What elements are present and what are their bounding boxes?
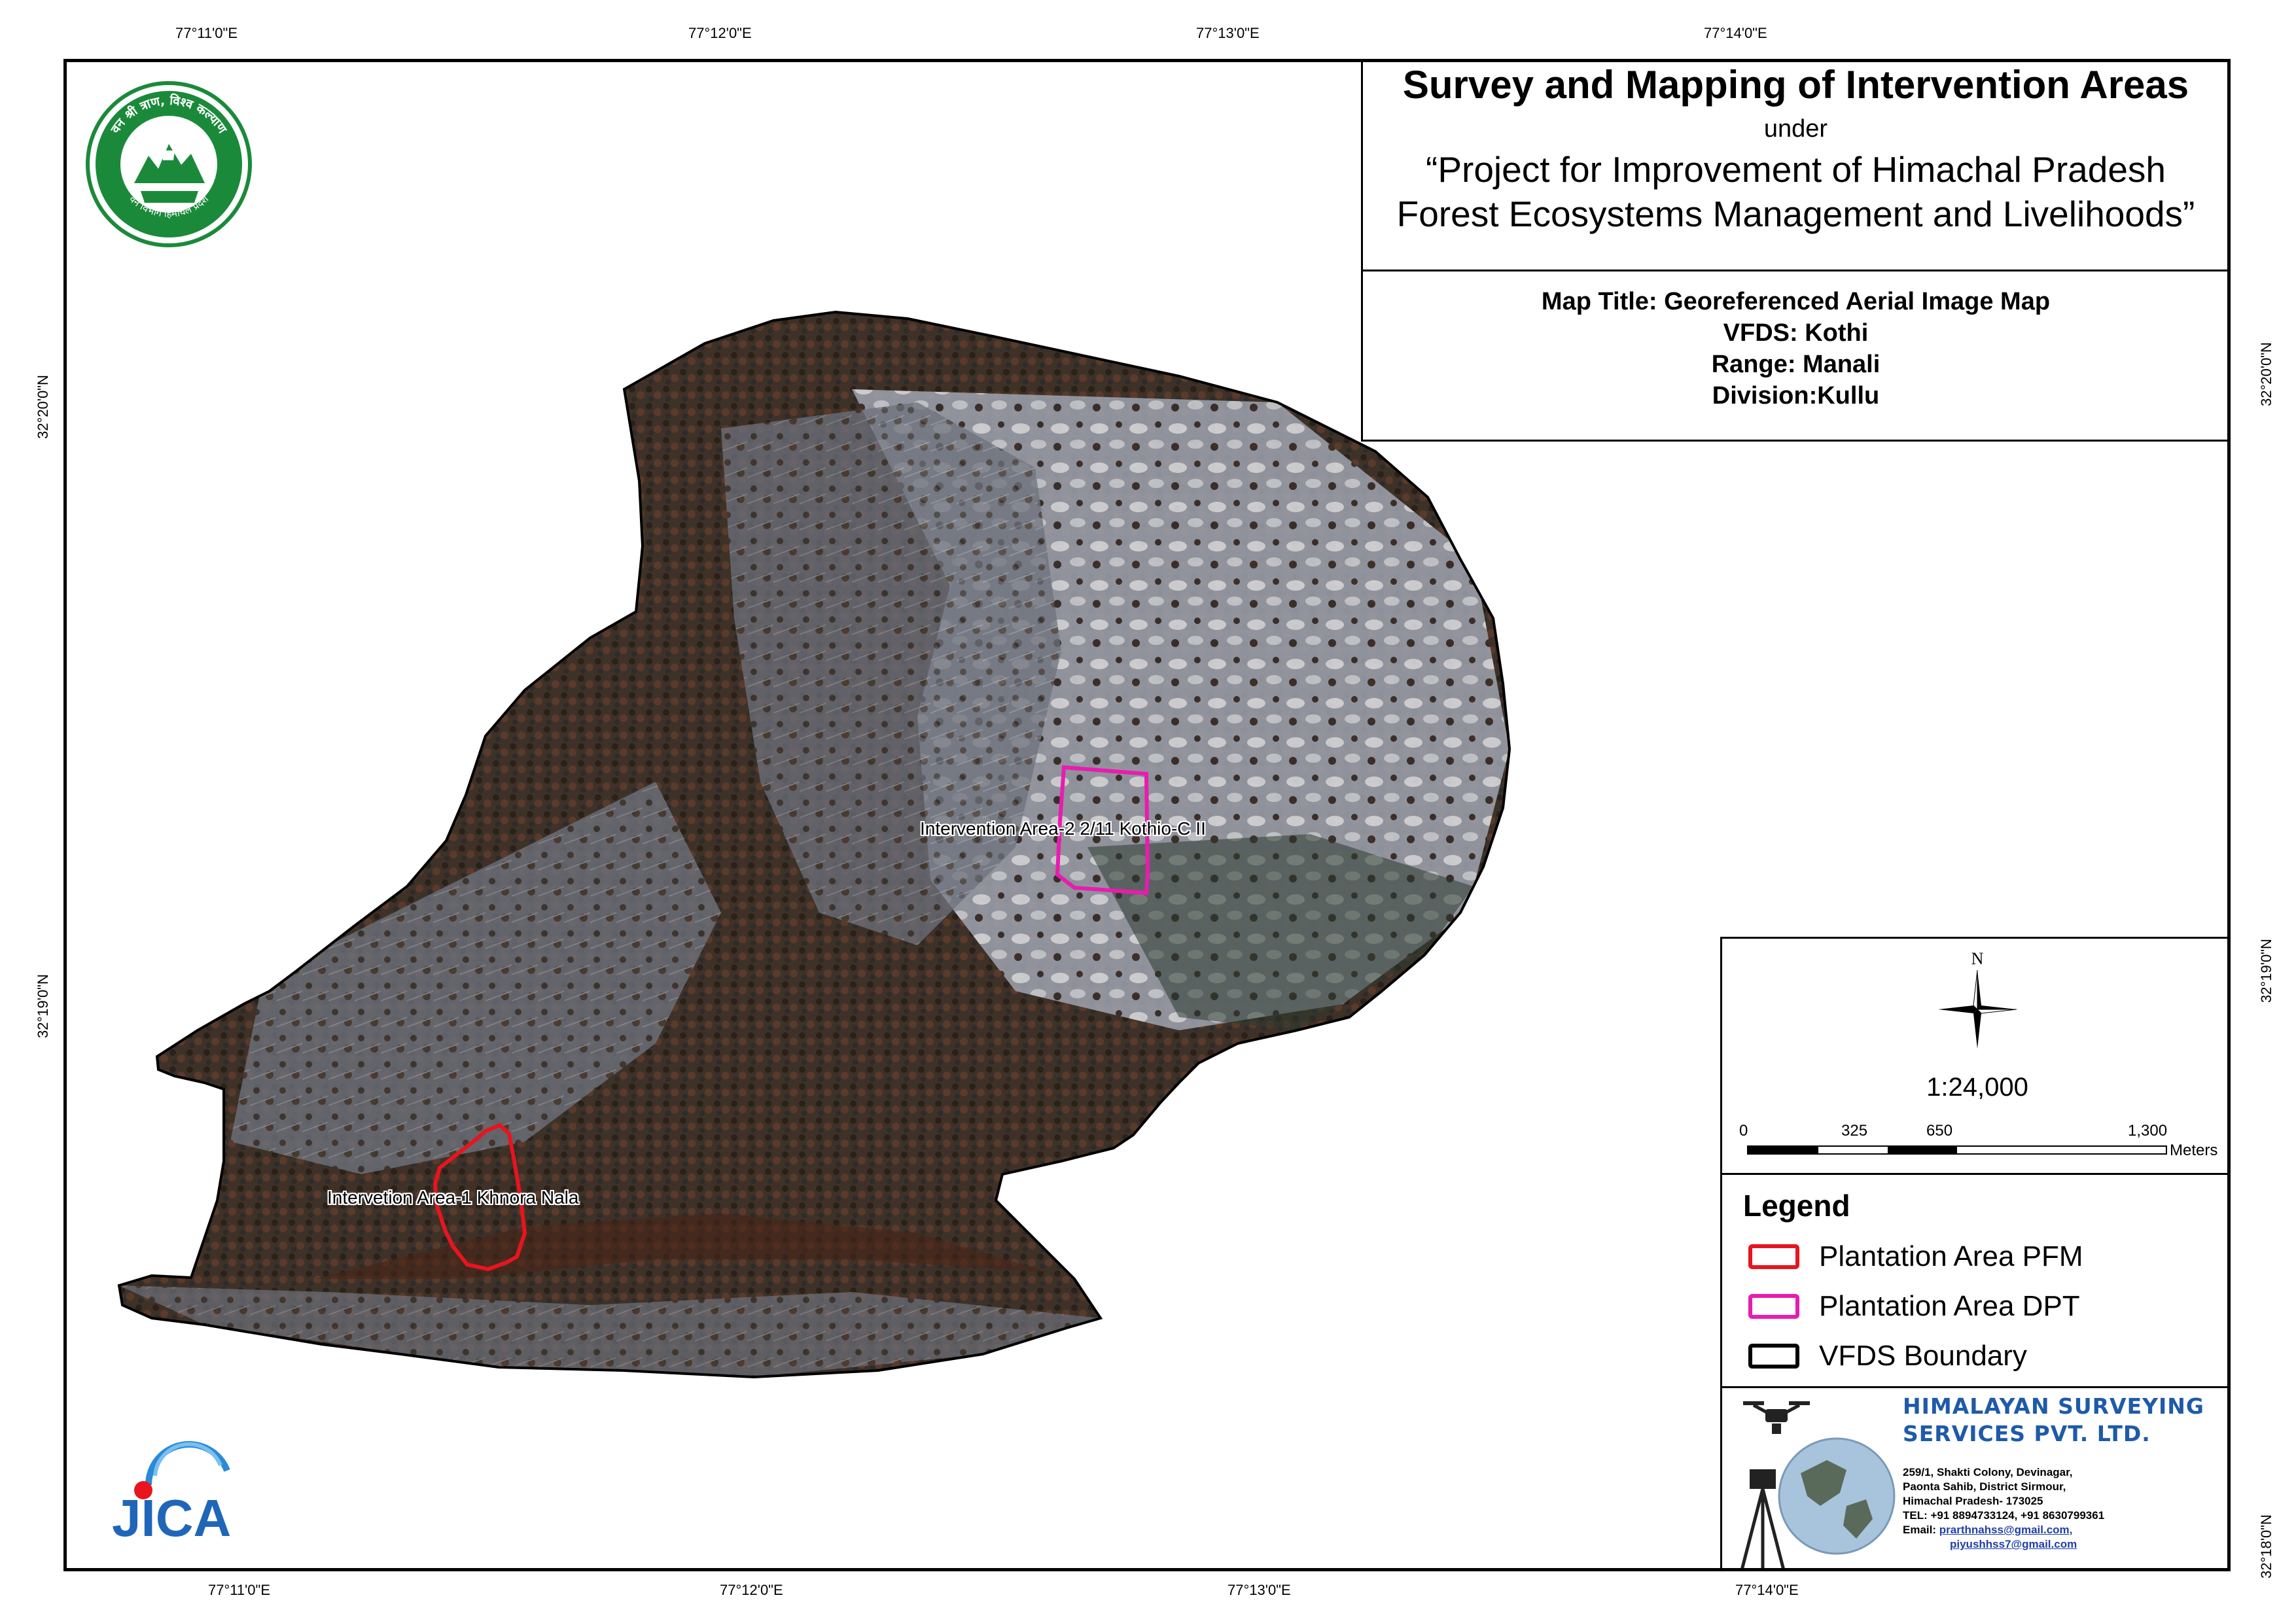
email-link-2[interactable]: piyushhss7@gmail.com — [1950, 1538, 2077, 1550]
address-line-2: Paonta Sahib, District Sirmour, — [1903, 1480, 2066, 1493]
company-telephone: TEL: +91 8894733124, +91 8630799361 — [1903, 1509, 2105, 1522]
graticule-right-3: 32°18'0"N — [2258, 1514, 2274, 1579]
address-line-3: Himachal Pradesh- 173025 — [1903, 1495, 2043, 1507]
address-line-1: 259/1, Shakti Colony, Devinagar, — [1903, 1466, 2073, 1478]
graticule-top-2: 77°12'0"E — [688, 25, 752, 41]
forest-department-seal-logo: वन श्री त्राण, विश्व कल्याण वन विभाग हिम… — [83, 79, 255, 250]
graticule-top-3: 77°13'0"E — [1196, 25, 1260, 41]
email-label: Email: — [1903, 1524, 1937, 1536]
legend-swatch-vfds — [1748, 1344, 1799, 1369]
graticule-top-4: 77°14'0"E — [1704, 25, 1767, 41]
map-title-line: Map Title: Georeferenced Aerial Image Ma… — [1541, 288, 2051, 315]
vfds-line: VFDS: Kothi — [1723, 319, 1869, 347]
graticule-right-1: 32°20'0"N — [2258, 342, 2274, 406]
title-panel: Survey and Mapping of Intervention Areas… — [1361, 62, 2227, 271]
map-frame[interactable]: Intervetion Area-1 Khnora Nala Intervent… — [63, 59, 2231, 1571]
scale-tick-650: 650 — [1926, 1122, 1953, 1140]
legend-label-dpt: Plantation Area DPT — [1819, 1290, 2080, 1322]
graticule-top-1: 77°11'0"E — [175, 25, 238, 41]
intervention-area-2-label: Intervention Area-2 2/11 Kothio-C II — [920, 818, 1206, 839]
graticule-bottom-4: 77°14'0"E — [1735, 1582, 1799, 1598]
graticule-left-2: 32°19'0"N — [35, 974, 51, 1038]
legend-swatch-pfm — [1748, 1244, 1799, 1269]
range-line: Range: Manali — [1711, 351, 1881, 378]
scale-bar — [1747, 1145, 2167, 1155]
graticule-bottom-2: 77°12'0"E — [720, 1582, 783, 1598]
company-name-line-1: HIMALAYAN SURVEYING — [1903, 1393, 2205, 1419]
graticule-right-2: 32°19'0"N — [2258, 939, 2274, 1003]
legend-swatch-dpt — [1748, 1294, 1799, 1319]
graticule-bottom-1: 77°11'0"E — [208, 1582, 271, 1598]
project-line-1: “Project for Improvement of Himachal Pra… — [1426, 149, 2166, 190]
legend-title: Legend — [1743, 1189, 1850, 1223]
graticule-bottom-3: 77°13'0"E — [1227, 1582, 1291, 1598]
project-line-2: Forest Ecosystems Management and Livelih… — [1396, 194, 2195, 234]
under-text: under — [1763, 115, 1828, 143]
north-label: N — [1971, 949, 1984, 968]
legend-panel: Legend Plantation Area PFM Plantation Ar… — [1720, 1173, 2227, 1389]
legend-label-pfm: Plantation Area PFM — [1819, 1240, 2083, 1272]
svg-text:JICA: JICA — [112, 1489, 231, 1544]
north-arrow-icon — [1938, 970, 2017, 1049]
company-name-line-2: SERVICES PVT. LTD. — [1903, 1421, 2151, 1446]
scale-tick-325: 325 — [1841, 1122, 1868, 1140]
company-address: 259/1, Shakti Colony, Devinagar, Paonta … — [1903, 1465, 2104, 1552]
company-email-row: Email: prarthnahss@gmail.com, — [1903, 1523, 2104, 1537]
scale-tick-0: 0 — [1739, 1122, 1748, 1140]
company-panel: HIMALAYAN SURVEYING SERVICES PVT. LTD. 2… — [1720, 1386, 2227, 1568]
map-heading: Survey and Mapping of Intervention Areas — [1402, 63, 2189, 107]
scale-ratio: 1:24,000 — [1926, 1073, 2028, 1102]
email-link-1[interactable]: prarthnahss@gmail.com, — [1939, 1524, 2073, 1536]
scale-tick-1300: 1,300 — [2128, 1122, 2168, 1140]
map-info-panel: Map Title: Georeferenced Aerial Image Ma… — [1361, 270, 2227, 442]
legend-label-vfds: VFDS Boundary — [1819, 1340, 2027, 1372]
jica-logo: JICA — [103, 1439, 253, 1547]
intervention-area-1-label: Intervetion Area-1 Khnora Nala — [327, 1187, 579, 1208]
division-line: Division:Kullu — [1712, 382, 1880, 410]
graticule-left-1: 32°20'0"N — [35, 375, 51, 439]
legend-item-pfm: Plantation Area PFM — [1748, 1240, 2083, 1273]
scale-units: Meters — [2170, 1142, 2218, 1159]
scale-panel: N 1:24,000 0 325 650 1,300 Meters — [1720, 937, 2227, 1176]
survey-tripod-icon — [1740, 1469, 1785, 1568]
legend-item-dpt: Plantation Area DPT — [1748, 1290, 2080, 1323]
legend-item-vfds: VFDS Boundary — [1748, 1340, 2027, 1372]
